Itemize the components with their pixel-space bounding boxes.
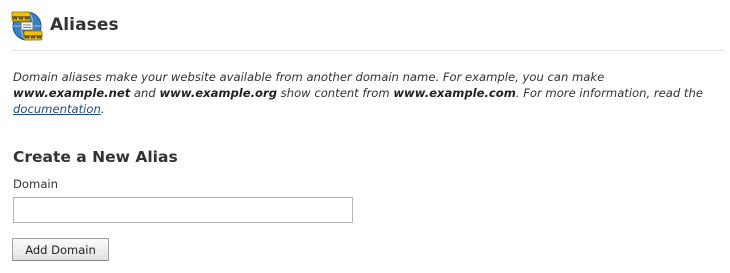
page-description: Domain aliases make your website availab…: [13, 69, 723, 117]
description-text: Domain aliases make your website availab…: [13, 70, 605, 84]
description-text: .: [100, 102, 105, 116]
icon-label-bottom: www: [24, 32, 42, 40]
www-globe-icon: www www: [11, 10, 43, 42]
add-domain-button[interactable]: Add Domain: [12, 238, 109, 261]
example-domain-org: www.example.org: [159, 86, 277, 100]
documentation-link[interactable]: documentation: [13, 102, 101, 116]
description-text: and: [130, 86, 160, 100]
description-text: show content from: [277, 86, 394, 100]
domain-input[interactable]: [13, 197, 353, 223]
example-domain-com: www.example.com: [393, 86, 516, 100]
icon-label-top: www: [12, 13, 30, 21]
domain-label: Domain: [13, 177, 58, 191]
create-alias-heading: Create a New Alias: [13, 148, 178, 166]
page-header: www www Aliases: [11, 10, 725, 51]
example-domain-net: www.example.net: [13, 86, 131, 100]
page-title: Aliases: [50, 15, 119, 35]
description-text: . For more information, read the: [515, 86, 703, 100]
